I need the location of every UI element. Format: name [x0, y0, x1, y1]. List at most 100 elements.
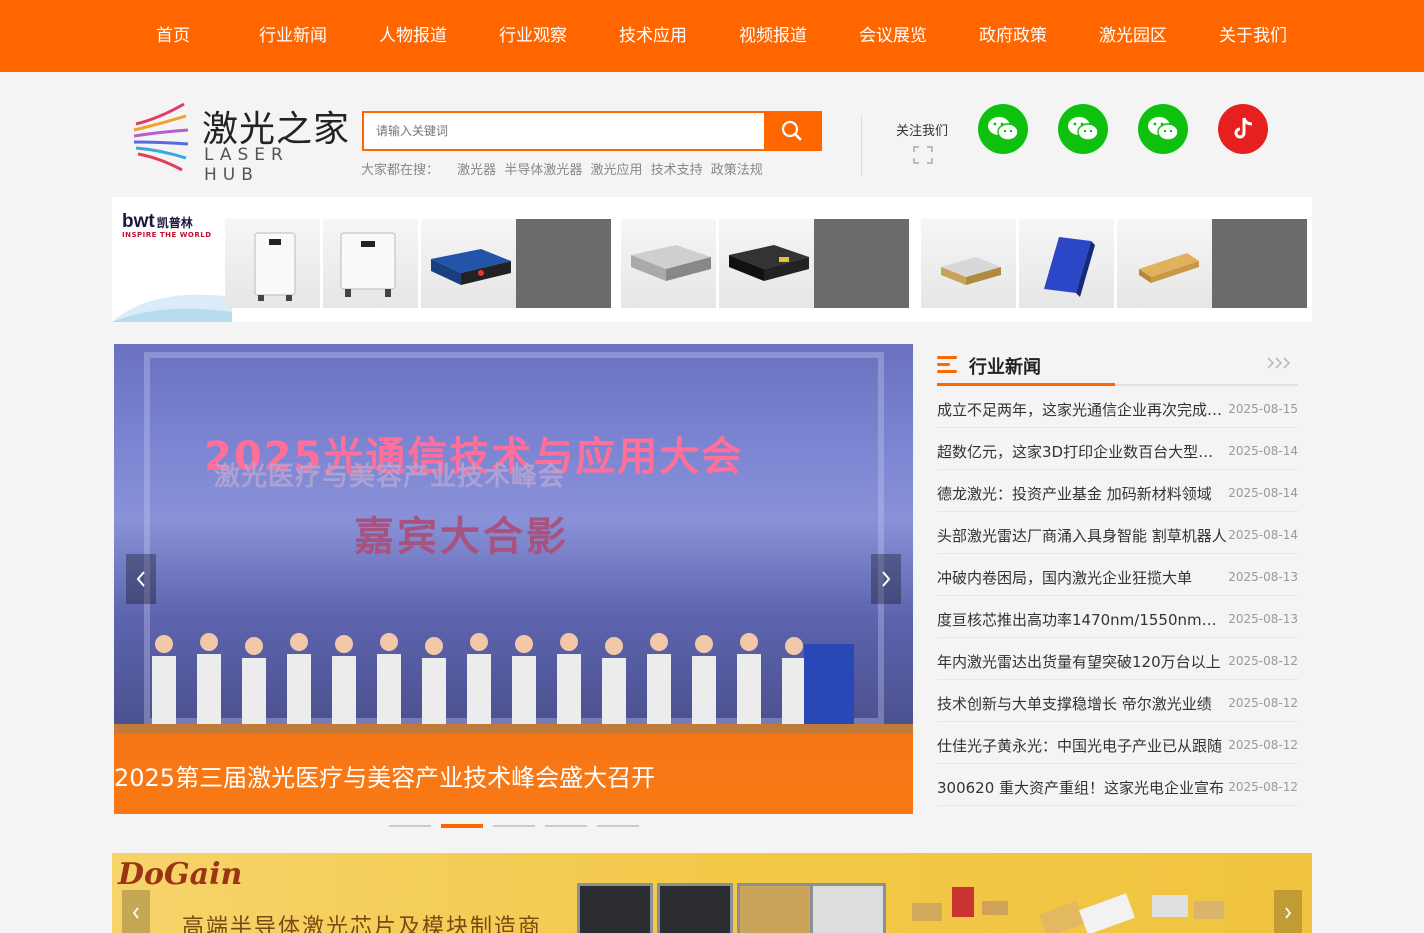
search-icon — [781, 120, 802, 141]
site-logo[interactable]: 激光之家 LASER HUB — [130, 98, 350, 185]
nav-item-video[interactable]: 视频报道 — [713, 0, 833, 72]
hot-search-link[interactable]: 激光应用 — [590, 163, 642, 178]
ad-brand: bwt 凯普林 INSPIRE THE WORLD — [122, 211, 212, 239]
header-divider — [861, 114, 862, 176]
ad-banner-dogain[interactable]: DoGain 高端半导体激光芯片及模块制造商 — [112, 853, 1312, 933]
chevron-left-icon — [132, 907, 139, 919]
hot-searches-label: 大家都在搜： — [361, 163, 440, 178]
hero-carousel[interactable]: 2025光通信技术与应用大会 激光医疗与美容产业技术峰会 嘉宾大合影 2025第… — [114, 344, 913, 814]
chip-image — [657, 883, 733, 933]
slide-subtitle: 激光医疗与美容产业技术峰会 — [214, 462, 566, 492]
search-bar — [362, 111, 822, 151]
product-image — [1117, 219, 1212, 308]
news-link[interactable]: 仕佳光子黄永光：中国光电子产业已从跟随 — [937, 735, 1227, 756]
carousel-dot[interactable] — [597, 825, 639, 827]
nav-item-policy[interactable]: 政府政策 — [953, 0, 1073, 72]
ad-brand-cn: 凯普林 — [156, 216, 193, 230]
nav-item-people[interactable]: 人物报道 — [353, 0, 473, 72]
news-link[interactable]: 年内激光雷达出货量有望突破120万台以上 — [937, 651, 1227, 672]
carousel-dot[interactable] — [493, 825, 535, 827]
ad-banner-bwt[interactable]: bwt 凯普林 INSPIRE THE WORLD — [112, 197, 1312, 322]
nav-item-laser-park[interactable]: 激光园区 — [1073, 0, 1193, 72]
logo-text-en: LASER HUB — [204, 145, 289, 185]
douyin-icon[interactable] — [1218, 104, 1268, 154]
news-item: 仕佳光子黄永光：中国光电子产业已从跟随 2025-08-12 — [937, 722, 1298, 764]
list-icon — [937, 356, 957, 373]
chip-image — [737, 883, 813, 933]
hot-search-link[interactable]: 激光器 — [457, 163, 496, 178]
carousel-dot-active[interactable] — [441, 824, 483, 828]
chip-image — [810, 883, 886, 933]
news-link[interactable]: 成立不足两年，这家光通信企业再次完成融资 — [937, 399, 1227, 420]
nav-item-industry-news[interactable]: 行业新闻 — [233, 0, 353, 72]
wechat-icon[interactable] — [978, 104, 1028, 154]
news-item: 成立不足两年，这家光通信企业再次完成融资 2025-08-15 — [937, 386, 1298, 428]
news-link[interactable]: 度亘核芯推出高功率1470nm/1550nm激光芯片 — [937, 609, 1227, 630]
ad-brand-logo: bwt — [122, 211, 155, 232]
news-date: 2025-08-15 — [1228, 402, 1298, 416]
news-date: 2025-08-13 — [1228, 612, 1298, 626]
product-image — [621, 219, 716, 308]
nav-item-home[interactable]: 首页 — [113, 0, 233, 72]
ad2-brand: DoGain — [118, 857, 243, 892]
nav-item-about[interactable]: 关于我们 — [1193, 0, 1313, 72]
nav-item-tech-application[interactable]: 技术应用 — [593, 0, 713, 72]
carousel-dot[interactable] — [545, 825, 587, 827]
product-image — [921, 219, 1016, 308]
qr-code-icon[interactable] — [913, 146, 933, 164]
carousel-dot[interactable] — [389, 825, 431, 827]
news-item: 冲破内卷困局，国内激光企业狂揽大单 2025-08-13 — [937, 554, 1298, 596]
wechat-icon[interactable] — [1058, 104, 1108, 154]
news-link[interactable]: 头部激光雷达厂商涌入具身智能 割草机器人 — [937, 525, 1227, 546]
product-image-dark — [1212, 219, 1307, 308]
chevron-right-icon — [882, 571, 891, 587]
ad2-next-button[interactable] — [1274, 890, 1302, 933]
product-image — [225, 219, 320, 308]
product-image — [421, 219, 516, 308]
search-input[interactable] — [364, 113, 764, 149]
news-date: 2025-08-14 — [1228, 444, 1298, 458]
carousel-next-button[interactable] — [871, 554, 901, 604]
industry-news-panel: 行业新闻 成立不足两年，这家光通信企业再次完成融资 2025-08-15 超数亿元… — [937, 344, 1298, 806]
news-link[interactable]: 技术创新与大单支撑稳增长 帝尔激光业绩 — [937, 693, 1227, 714]
hot-searches: 大家都在搜： 激光器 半导体激光器 激光应用 技术支持 政策法规 — [361, 159, 767, 178]
news-item: 300620 重大资产重组！这家光电企业宣布 2025-08-12 — [937, 764, 1298, 806]
news-link[interactable]: 300620 重大资产重组！这家光电企业宣布 — [937, 777, 1227, 798]
news-link[interactable]: 超数亿元，这家3D打印企业数百台大型设备 — [937, 441, 1227, 462]
ad2-prev-button[interactable] — [122, 890, 150, 933]
news-date: 2025-08-12 — [1228, 654, 1298, 668]
news-date: 2025-08-14 — [1228, 486, 1298, 500]
news-date: 2025-08-12 — [1228, 780, 1298, 794]
wechat-icon[interactable] — [1138, 104, 1188, 154]
news-link[interactable]: 冲破内卷困局，国内激光企业狂揽大单 — [937, 567, 1227, 588]
news-header: 行业新闻 — [937, 344, 1298, 386]
nav-item-exhibitions[interactable]: 会议展览 — [833, 0, 953, 72]
top-nav: 首页 行业新闻 人物报道 行业观察 技术应用 视频报道 会议展览 政府政策 激光… — [0, 0, 1424, 72]
logo-rays-icon — [133, 102, 189, 172]
news-item: 头部激光雷达厂商涌入具身智能 割草机器人 2025-08-14 — [937, 512, 1298, 554]
slide-image: 2025光通信技术与应用大会 激光医疗与美容产业技术峰会 嘉宾大合影 — [114, 344, 913, 734]
chevron-right-icon — [1285, 907, 1292, 919]
slide-banner-text: 嘉宾大合影 — [354, 514, 569, 560]
product-image — [719, 219, 814, 308]
news-item: 技术创新与大单支撑稳增长 帝尔激光业绩 2025-08-12 — [937, 680, 1298, 722]
news-title: 行业新闻 — [969, 357, 1041, 378]
product-image-dark — [814, 219, 909, 308]
nav-menu: 首页 行业新闻 人物报道 行业观察 技术应用 视频报道 会议展览 政府政策 激光… — [113, 0, 1313, 72]
news-item: 度亘核芯推出高功率1470nm/1550nm激光芯片2025-08-13 — [937, 596, 1298, 638]
hot-search-link[interactable]: 政策法规 — [711, 163, 763, 178]
search-button[interactable] — [764, 113, 820, 149]
hot-search-link[interactable]: 半导体激光器 — [504, 163, 582, 178]
laser-modules-image — [912, 887, 1224, 933]
ad2-slogan: 高端半导体激光芯片及模块制造商 — [182, 915, 543, 933]
carousel-prev-button[interactable] — [126, 554, 156, 604]
hot-search-link[interactable]: 技术支持 — [651, 163, 703, 178]
news-date: 2025-08-13 — [1228, 570, 1298, 584]
news-item: 超数亿元，这家3D打印企业数百台大型设备 2025-08-14 — [937, 428, 1298, 470]
slide-caption-text: 2025第三届激光医疗与美容产业技术峰会盛大召开 — [114, 764, 656, 792]
follow-us-label: 关注我们 — [896, 124, 949, 139]
nav-item-industry-observation[interactable]: 行业观察 — [473, 0, 593, 72]
news-link[interactable]: 德龙激光：投资产业基金 加码新材料领域 — [937, 483, 1227, 504]
slide-caption[interactable]: 2025第三届激光医疗与美容产业技术峰会盛大召开 — [114, 734, 913, 814]
more-arrows-icon[interactable] — [1266, 356, 1292, 370]
